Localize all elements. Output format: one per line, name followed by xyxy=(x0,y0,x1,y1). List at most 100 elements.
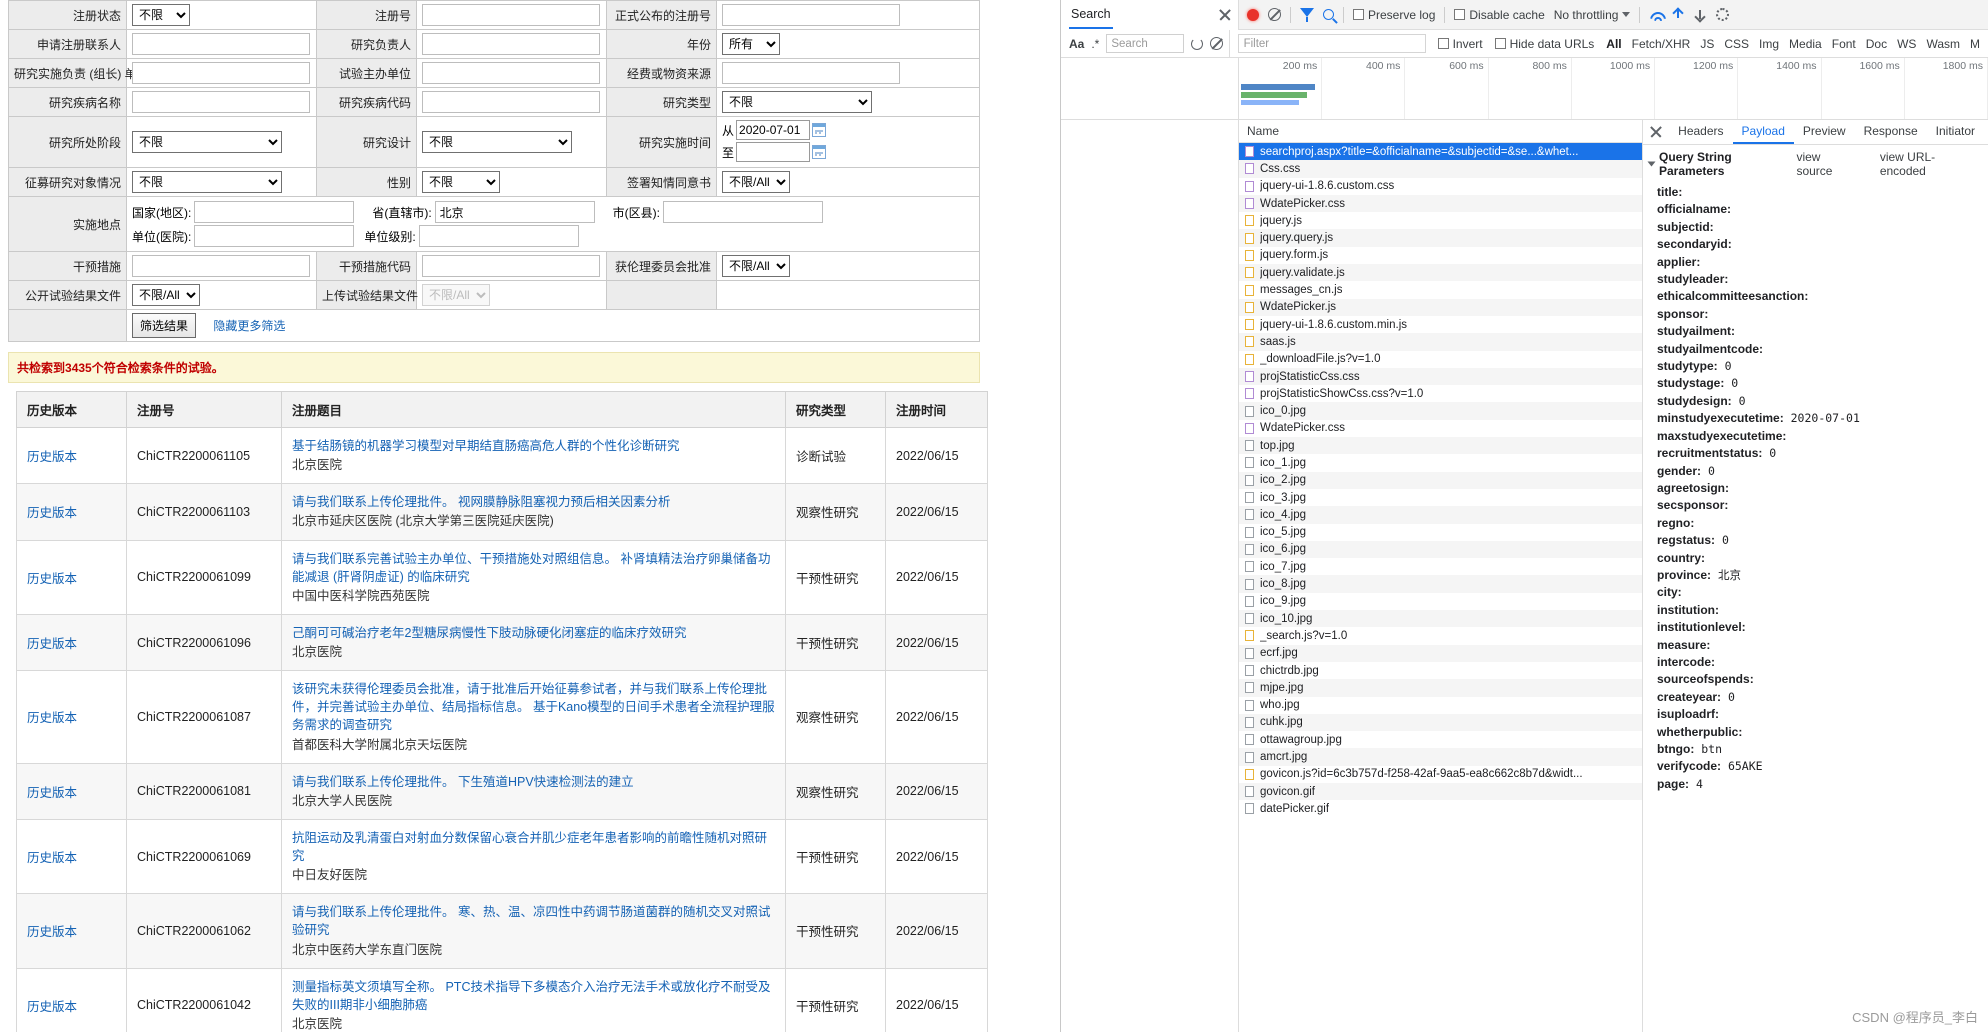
trial-title-link[interactable]: 请与我们联系上传伦理批件。 视网膜静脉阻塞视力预后相关因素分析 xyxy=(292,493,775,511)
throttling-dropdown[interactable]: No throttling xyxy=(1554,8,1631,22)
request-row[interactable]: ico_3.jpg xyxy=(1239,489,1642,506)
match-case-icon[interactable]: Aa xyxy=(1069,37,1084,51)
request-row[interactable]: ecrf.jpg xyxy=(1239,644,1642,662)
register-no-input[interactable] xyxy=(422,4,600,26)
history-version-link[interactable]: 历史版本 xyxy=(27,506,77,520)
trial-title-link[interactable]: 抗阻运动及乳清蛋白对射血分数保留心衰合并肌少症老年患者影响的前瞻性随机对照研究 xyxy=(292,829,775,865)
request-row[interactable]: jquery.query.js xyxy=(1239,229,1642,247)
lead-institution-input[interactable] xyxy=(132,62,310,84)
filter-input[interactable]: Filter xyxy=(1237,34,1426,53)
request-row[interactable]: govicon.js?id=6c3b757d-f258-42af-9aa5-ea… xyxy=(1239,766,1642,783)
view-source-link[interactable]: view source xyxy=(1796,150,1857,178)
study-stage-select[interactable]: 不限 xyxy=(132,131,282,153)
trial-title-link[interactable]: 测量指标英文须填写全称。 PTC技术指导下多模态介入治疗无法手术或放化疗不耐受及… xyxy=(292,978,775,1014)
request-row[interactable]: ico_10.jpg xyxy=(1239,610,1642,628)
trial-title-link[interactable]: 请与我们联系上传伦理批件。 下生殖道HPV快速检测法的建立 xyxy=(292,773,775,791)
detail-tab-response[interactable]: Response xyxy=(1855,120,1927,144)
study-leader-input[interactable] xyxy=(422,33,600,55)
request-row[interactable]: searchproj.aspx?title=&officialname=&sub… xyxy=(1239,143,1642,161)
city-input[interactable] xyxy=(662,201,823,223)
ethics-approval-select[interactable]: 不限/All xyxy=(722,255,790,277)
unit-input[interactable] xyxy=(194,225,355,247)
informed-consent-select[interactable]: 不限/All xyxy=(722,171,790,193)
clear-icon[interactable] xyxy=(1268,8,1281,21)
request-row[interactable]: govicon.gif xyxy=(1239,782,1642,801)
request-row[interactable]: ico_5.jpg xyxy=(1239,524,1642,541)
resource-type-filter[interactable]: M xyxy=(1970,37,1980,51)
import-har-icon[interactable] xyxy=(1672,8,1685,21)
year-select[interactable]: 所有 xyxy=(722,33,780,55)
network-conditions-icon[interactable] xyxy=(1649,10,1663,20)
funding-source-input[interactable] xyxy=(722,62,900,84)
export-har-icon[interactable] xyxy=(1694,8,1707,21)
request-row[interactable]: top.jpg xyxy=(1239,437,1642,455)
detail-tab-initiator[interactable]: Initiator xyxy=(1927,120,1984,144)
detail-tab-preview[interactable]: Preview xyxy=(1794,120,1855,144)
register-status-select[interactable]: 不限 xyxy=(132,4,190,26)
query-string-section-header[interactable]: Query String Parameters view source view… xyxy=(1643,145,1988,183)
calendar-icon[interactable] xyxy=(812,145,827,159)
request-row[interactable]: WdatePicker.css xyxy=(1239,420,1642,437)
country-input[interactable] xyxy=(194,201,355,223)
request-row[interactable]: ottawagroup.jpg xyxy=(1239,731,1642,748)
request-row[interactable]: projStatisticShowCss.css?v=1.0 xyxy=(1239,385,1642,402)
calendar-icon[interactable] xyxy=(812,123,827,137)
request-row[interactable]: messages_cn.js xyxy=(1239,281,1642,298)
search-icon[interactable] xyxy=(1323,9,1334,20)
trial-title-link[interactable]: 请与我们联系上传伦理批件。 寒、热、温、凉四性中药调节肠道菌群的随机交叉对照试验… xyxy=(292,903,775,939)
search-input[interactable]: Search xyxy=(1106,34,1184,53)
province-input[interactable]: 北京 xyxy=(434,201,595,223)
disease-code-input[interactable] xyxy=(422,91,600,113)
request-row[interactable]: Css.css xyxy=(1239,160,1642,178)
detail-tab-headers[interactable]: Headers xyxy=(1669,120,1732,144)
history-version-link[interactable]: 历史版本 xyxy=(27,637,77,651)
request-row[interactable]: ico_2.jpg xyxy=(1239,471,1642,489)
request-row[interactable]: cuhk.jpg xyxy=(1239,713,1642,732)
request-row[interactable]: jquery.js xyxy=(1239,212,1642,229)
clear-search-icon[interactable] xyxy=(1209,37,1223,50)
history-version-link[interactable]: 历史版本 xyxy=(27,1000,77,1014)
view-url-encoded-link[interactable]: view URL-encoded xyxy=(1880,150,1978,178)
resource-type-filter[interactable]: WS xyxy=(1897,37,1916,51)
record-icon[interactable] xyxy=(1247,8,1259,21)
request-row[interactable]: amcrt.jpg xyxy=(1239,748,1642,766)
request-row[interactable]: saas.js xyxy=(1239,333,1642,351)
upload-results-select[interactable]: 不限/All xyxy=(422,284,490,306)
request-row[interactable]: chictrdb.jpg xyxy=(1239,662,1642,679)
resource-type-filter[interactable]: CSS xyxy=(1724,37,1749,51)
disease-name-input[interactable] xyxy=(132,91,310,113)
unit-level-input[interactable] xyxy=(418,225,579,247)
request-row[interactable]: jquery-ui-1.8.6.custom.css xyxy=(1239,178,1642,195)
search-tab-label[interactable]: Search xyxy=(1069,1,1113,29)
intervention-code-input[interactable] xyxy=(422,255,600,277)
resource-type-filter[interactable]: All xyxy=(1606,37,1621,51)
request-row[interactable]: WdatePicker.css xyxy=(1239,194,1642,213)
request-row[interactable]: jquery-ui-1.8.6.custom.min.js xyxy=(1239,316,1642,333)
request-row[interactable]: ico_7.jpg xyxy=(1239,558,1642,575)
request-row[interactable]: jquery.validate.js xyxy=(1239,264,1642,282)
date-from-input[interactable]: 2020-07-01 xyxy=(736,120,811,140)
history-version-link[interactable]: 历史版本 xyxy=(27,851,77,865)
request-row[interactable]: _downloadFile.js?v=1.0 xyxy=(1239,351,1642,368)
history-version-link[interactable]: 历史版本 xyxy=(27,450,77,464)
study-type-select[interactable]: 不限 xyxy=(722,91,872,113)
filter-icon[interactable] xyxy=(1300,7,1314,22)
request-row[interactable]: ico_1.jpg xyxy=(1239,454,1642,471)
hide-data-urls-checkbox[interactable]: Hide data URLs xyxy=(1494,37,1594,51)
invert-checkbox[interactable]: Invert xyxy=(1437,37,1483,51)
recruitment-status-select[interactable]: 不限 xyxy=(132,171,282,193)
date-to-input[interactable] xyxy=(736,142,811,162)
resource-type-filter[interactable]: Wasm xyxy=(1926,37,1960,51)
disable-cache-checkbox[interactable]: Disable cache xyxy=(1454,8,1545,22)
refresh-icon[interactable] xyxy=(1190,37,1203,50)
intervention-input[interactable] xyxy=(132,255,310,277)
history-version-link[interactable]: 历史版本 xyxy=(27,925,77,939)
request-row[interactable]: ico_8.jpg xyxy=(1239,575,1642,593)
hide-more-filters-link[interactable]: 隐藏更多筛选 xyxy=(213,319,285,333)
request-row[interactable]: ico_6.jpg xyxy=(1239,540,1642,559)
filter-results-button[interactable]: 筛选结果 xyxy=(132,313,197,338)
request-row[interactable]: _search.js?v=1.0 xyxy=(1239,627,1642,644)
public-results-select[interactable]: 不限/All xyxy=(132,284,200,306)
resource-type-filter[interactable]: Doc xyxy=(1866,37,1887,51)
preserve-log-checkbox[interactable]: Preserve log xyxy=(1353,8,1435,22)
